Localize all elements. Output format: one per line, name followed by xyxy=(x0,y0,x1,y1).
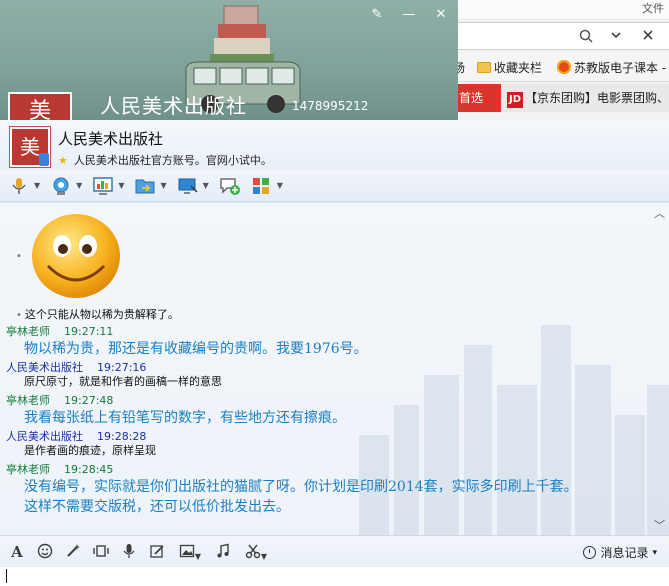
microphone-icon xyxy=(12,177,26,194)
message-sender: 亭林老师 19:27:48 xyxy=(6,394,114,407)
skin-brush-icon[interactable]: ✎ xyxy=(368,6,386,24)
chevron-down-icon[interactable]: ▼ xyxy=(118,181,124,190)
monitor-chart-icon xyxy=(93,176,114,195)
voice-message-icon[interactable] xyxy=(120,543,138,561)
input-toolbar: A ▼ ▼ 消息记录 ▾ xyxy=(0,535,669,567)
create-discussion-button[interactable] xyxy=(219,176,241,196)
screen-share-button[interactable]: ▼ xyxy=(177,176,209,196)
list-item: 亭林老师 19:28:45 没有编号，实际就是你们出版社的猫腻了呀。你计划是印刷2… xyxy=(0,463,640,517)
chat-toolbar: ▼ ▼ ▼ ▼ ▼ ▼ xyxy=(0,170,669,202)
voice-call-button[interactable]: ▼ xyxy=(8,176,40,196)
message-sender: 人民美术出版社 19:27:16 xyxy=(6,361,147,374)
chevron-down-icon: ▾ xyxy=(652,547,657,558)
list-item: 人民美术出版社 19:27:16 原尺原寸，就是和作者的画稿一样的意思 xyxy=(0,361,640,389)
emoji-icon[interactable] xyxy=(36,543,54,561)
magic-wand-icon[interactable] xyxy=(64,543,82,561)
message-text: 我看每张纸上有铅笔写的数字，有些地方还有擦痕。 xyxy=(24,410,346,426)
contact-header: 美 人民美术出版社 ★ 人民美术出版社官方账号。官网小试中。 xyxy=(0,120,669,170)
scroll-down-button[interactable]: ﹀ xyxy=(654,517,665,533)
remote-assist-button[interactable]: ▼ xyxy=(92,176,124,196)
bullet-icon: • xyxy=(16,251,22,262)
video-call-button[interactable]: ▼ xyxy=(50,176,82,196)
star-icon: ★ xyxy=(58,154,68,167)
chevron-down-icon[interactable]: ▼ xyxy=(277,181,283,190)
screenshot-scissors-icon[interactable]: ▼ xyxy=(242,543,270,561)
message-history-button[interactable]: 消息记录 ▾ xyxy=(583,544,657,561)
send-image-icon[interactable]: ▼ xyxy=(176,543,204,561)
message-sender: 亭林老师 19:27:11 xyxy=(6,325,114,338)
chevron-down-icon[interactable]: ▼ xyxy=(203,181,209,190)
message-text-line2: 这样不需要交版税，还可以低价批发出去。 xyxy=(24,499,290,515)
smiley-emoji-icon xyxy=(32,214,120,298)
doodle-icon[interactable] xyxy=(148,543,166,561)
message-text: 物以稀为贵，那还是有收藏编号的贵啊。我要1976号。 xyxy=(24,341,368,357)
scroll-up-button[interactable]: ︿ xyxy=(654,205,665,221)
window-controls: ✎ — ✕ xyxy=(368,6,450,24)
chat-banner: ✎ — ✕ 美 人民美术出版社 1478995212 xyxy=(0,0,458,120)
shake-window-icon[interactable] xyxy=(92,543,110,561)
mobile-online-icon xyxy=(39,153,49,166)
chevron-down-icon[interactable]: ▼ xyxy=(34,181,40,190)
qq-number: 1478995212 xyxy=(292,99,369,113)
list-item: 人民美术出版社 19:28:28 是作者画的痕迹，原样呈现 xyxy=(0,430,640,458)
message-text: 没有编号，实际就是你们出版社的猫腻了呀。你计划是印刷2014套，实际多印刷上千套… xyxy=(24,479,578,495)
send-file-button[interactable]: ▼ xyxy=(134,176,167,196)
clock-icon xyxy=(583,546,597,559)
folder-arrow-icon xyxy=(135,179,155,193)
chat-add-icon xyxy=(220,177,240,195)
minimize-icon[interactable]: — xyxy=(400,6,418,24)
webcam-icon xyxy=(53,177,69,195)
contact-name[interactable]: 人民美术出版社 xyxy=(58,128,163,149)
close-icon[interactable]: ✕ xyxy=(432,6,450,24)
list-item: • 这个只能从物以稀为贵解释了。 xyxy=(0,308,640,323)
chevron-down-icon[interactable]: ▼ xyxy=(160,181,166,190)
banner-title: 人民美术出版社 xyxy=(100,94,247,118)
contact-signature: ★ 人民美术出版社官方账号。官网小试中。 xyxy=(58,154,272,167)
avatar[interactable]: 美 xyxy=(9,126,51,168)
message-list[interactable]: ︿ • • 这个只能从物以稀为贵解释了。 亭林老师 19:27:11 物以稀为贵，那… xyxy=(0,203,669,535)
chevron-down-icon[interactable]: ▼ xyxy=(76,181,82,190)
text-cursor xyxy=(6,569,7,583)
message-sender: 人民美术出版社 19:28:28 xyxy=(6,430,147,443)
message-text: • 这个只能从物以稀为贵解释了。 xyxy=(16,308,179,321)
message-input[interactable] xyxy=(0,567,669,586)
apps-button[interactable]: ▼ xyxy=(251,176,283,196)
chat-window: ✎ — ✕ 美 人民美术出版社 1478995212 美 人民美术出版社 ★ 人民… xyxy=(0,0,669,586)
message-sender: 亭林老师 19:28:45 xyxy=(6,463,114,476)
screen-share-icon xyxy=(178,178,198,194)
list-item: 亭林老师 19:27:11 物以稀为贵，那还是有收藏编号的贵啊。我要1976号。 xyxy=(0,325,640,359)
font-icon[interactable]: A xyxy=(8,543,26,561)
music-icon[interactable] xyxy=(214,543,232,561)
list-item: 亭林老师 19:27:48 我看每张纸上有铅笔写的数字，有些地方还有擦痕。 xyxy=(0,394,640,428)
message-text: 原尺原寸，就是和作者的画稿一样的意思 xyxy=(24,375,222,388)
banner-avatar[interactable]: 美 xyxy=(8,92,72,120)
message-text: 是作者画的痕迹，原样呈现 xyxy=(24,444,156,457)
bullet-icon: • xyxy=(16,310,22,321)
apps-grid-icon xyxy=(252,177,269,194)
